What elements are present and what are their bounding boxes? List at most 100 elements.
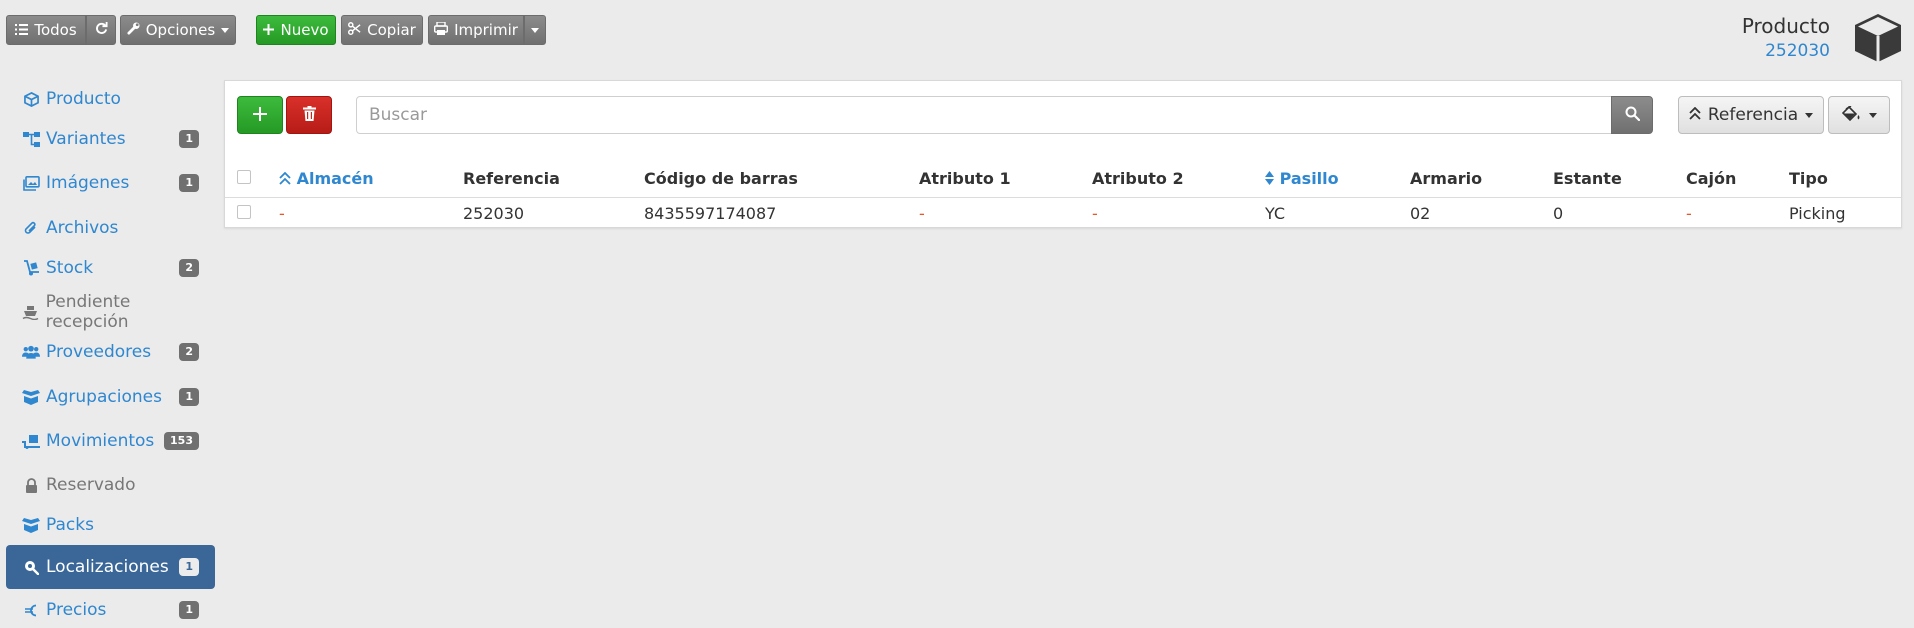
cell-almacen: - (279, 204, 285, 224)
sidebar-item-label: Proveedores (46, 342, 152, 362)
opciones-button[interactable]: Opciones (120, 15, 236, 45)
box-open-icon (22, 516, 40, 534)
chevron-down-icon (531, 27, 539, 33)
cell-atributo-1: - (919, 204, 925, 224)
column-label: Almacén (296, 169, 374, 189)
euro-icon (22, 601, 40, 619)
column-header-cajon[interactable]: Cajón (1686, 161, 1789, 198)
count-badge: 1 (179, 601, 199, 619)
sidebar-item-reservado[interactable]: Reservado (6, 464, 215, 506)
column-header-atributo-2[interactable]: Atributo 2 (1092, 161, 1265, 198)
cell-referencia: 252030 (463, 204, 525, 224)
sidebar-item-label: Agrupaciones (46, 387, 162, 407)
sidebar-item-label: Precios (46, 600, 107, 620)
sidebar-item-archivos[interactable]: Archivos (6, 207, 215, 249)
column-header-codigo-barras[interactable]: Código de barras (644, 161, 919, 198)
imprimir-button[interactable]: Imprimir (428, 15, 524, 45)
count-badge: 153 (164, 432, 199, 450)
product-title: Producto (1741, 14, 1830, 38)
lock-icon (22, 476, 40, 494)
sidebar-item-agrupaciones[interactable]: Agrupaciones 1 (6, 376, 215, 418)
delete-button[interactable] (286, 96, 332, 134)
sidebar-item-label: Producto (46, 89, 121, 109)
localizaciones-panel: Referencia Almacén Referencia Código de … (224, 80, 1902, 228)
chevron-down-icon (1805, 112, 1814, 118)
todos-button[interactable]: Todos (6, 15, 86, 45)
sidebar-item-pendiente-recepcion[interactable]: Pendiente recepción (6, 291, 215, 333)
column-header-almacen[interactable]: Almacén (279, 161, 463, 198)
search-icon (1625, 106, 1640, 125)
sidebar-item-label: Imágenes (46, 173, 130, 193)
column-header-referencia[interactable]: Referencia (463, 161, 644, 198)
row-select-cell (225, 197, 279, 230)
todos-label: Todos (34, 21, 77, 39)
cell-armario: 02 (1410, 204, 1431, 224)
sidebar-item-packs[interactable]: Packs (6, 504, 215, 546)
sidebar-item-variantes[interactable]: Variantes 1 (6, 118, 215, 160)
sidebar-item-movimientos[interactable]: Movimientos 153 (6, 420, 215, 462)
sidebar-item-label: Packs (46, 515, 94, 535)
localizaciones-table: Almacén Referencia Código de barras Atri… (225, 161, 1901, 230)
print-icon (434, 21, 449, 39)
sidebar-item-precios[interactable]: Precios 1 (6, 589, 215, 628)
plus-icon (263, 21, 275, 39)
imprimir-dropdown-button[interactable] (524, 15, 546, 45)
refresh-button[interactable] (86, 15, 116, 45)
cell-estante: 0 (1553, 204, 1564, 224)
color-filter-button[interactable] (1828, 96, 1890, 134)
cell-cajon: - (1686, 204, 1692, 224)
column-header-atributo-1[interactable]: Atributo 1 (919, 161, 1092, 198)
chevron-down-icon (1868, 112, 1877, 118)
select-all-checkbox[interactable] (237, 170, 251, 185)
copiar-button[interactable]: Copiar (341, 15, 423, 45)
sidebar-item-label: Stock (46, 258, 94, 278)
sidebar-item-localizaciones[interactable]: Localizaciones 1 (6, 545, 215, 589)
sitemap-icon (22, 130, 40, 148)
box-open-icon (22, 388, 40, 406)
cell-pasillo: YC (1265, 204, 1286, 224)
table-row[interactable]: - 252030 8435597174087 - - YC 02 0 - Pic… (225, 197, 1901, 230)
fill-drip-icon (1841, 104, 1861, 125)
count-badge: 2 (179, 343, 199, 361)
chevron-down-icon (221, 27, 230, 33)
column-header-tipo[interactable]: Tipo (1789, 161, 1901, 198)
sidebar-item-imagenes[interactable]: Imágenes 1 (6, 162, 215, 204)
sidebar-item-label: Pendiente recepción (45, 292, 131, 332)
count-badge: 1 (179, 174, 199, 192)
product-code[interactable]: 252030 (1765, 41, 1830, 61)
search-input[interactable] (356, 96, 1612, 134)
sidebar-item-stock[interactable]: Stock 2 (6, 247, 215, 289)
copiar-label: Copiar (367, 21, 416, 39)
images-icon (22, 174, 40, 192)
list-icon (15, 21, 29, 39)
column-header-armario[interactable]: Armario (1410, 161, 1553, 198)
sidebar-item-label: Movimientos (46, 431, 155, 451)
refresh-icon (95, 21, 108, 39)
sidebar-item-label: Reservado (46, 475, 136, 495)
row-checkbox[interactable] (237, 205, 251, 220)
cell-codigo-barras: 8435597174087 (644, 204, 777, 224)
sidebar-item-producto[interactable]: Producto (6, 78, 215, 120)
nuevo-button[interactable]: Nuevo (256, 15, 336, 45)
add-button[interactable] (237, 96, 283, 134)
cube-icon (1852, 12, 1904, 68)
cell-atributo-2: - (1092, 204, 1098, 224)
wrench-icon (127, 21, 140, 39)
users-icon (22, 343, 40, 361)
count-badge: 1 (179, 388, 199, 406)
count-badge: 1 (179, 558, 199, 576)
imprimir-label: Imprimir (454, 21, 518, 39)
double-chevron-up-icon (279, 169, 291, 188)
sidebar-item-label: Archivos (46, 218, 119, 238)
sort-referencia-button[interactable]: Referencia (1678, 96, 1824, 134)
column-header-estante[interactable]: Estante (1553, 161, 1686, 198)
cube-icon (22, 90, 40, 108)
sort-label: Referencia (1707, 105, 1799, 125)
ship-icon (22, 303, 40, 321)
search-button[interactable] (1611, 96, 1653, 134)
search-location-icon (22, 558, 40, 576)
sidebar-item-proveedores[interactable]: Proveedores 2 (6, 331, 215, 373)
column-header-pasillo[interactable]: Pasillo (1265, 161, 1410, 198)
truck-loading-icon (22, 432, 40, 450)
sidebar-item-label: Localizaciones (46, 557, 169, 577)
